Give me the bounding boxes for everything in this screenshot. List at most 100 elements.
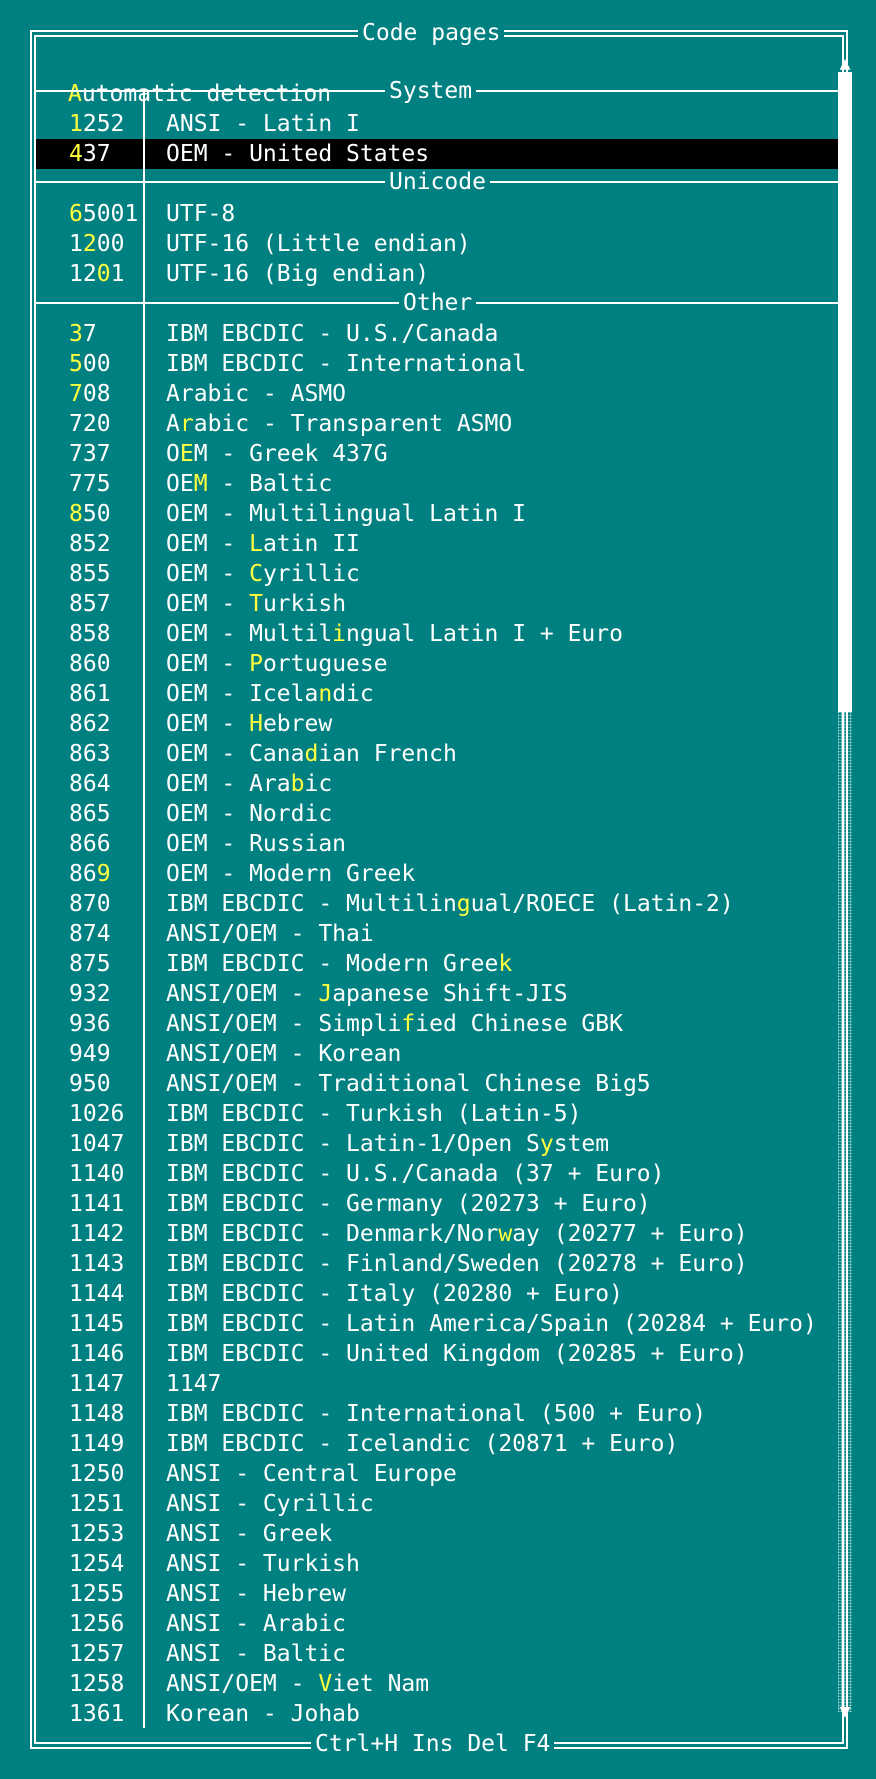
code-page-name-text: OEM - United States (166, 141, 430, 167)
code-page-item[interactable]: 775 OEM - Baltic (36, 469, 838, 499)
code-page-item[interactable]: 1255 ANSI - Hebrew (36, 1579, 838, 1609)
code-page-item[interactable]: 862 OEM - Hebrew (36, 709, 838, 739)
code-page-name-text: ic (304, 771, 333, 797)
code-page-item-selected[interactable]: 437 OEM - United States (36, 139, 838, 169)
code-page-item[interactable]: 875 IBM EBCDIC - Modern Greek (36, 949, 838, 979)
code-page-item[interactable]: 860 OEM - Portuguese (36, 649, 838, 679)
code-page-name-text: IBM EBCDIC - U.S./Canada (37 + Euro) (166, 1161, 665, 1187)
code-page-item[interactable]: 863 OEM - Canadian French (36, 739, 838, 769)
code-page-item[interactable]: 869 OEM - Modern Greek (36, 859, 838, 889)
code-page-number-text: 862 (69, 711, 111, 737)
scrollbar[interactable] (838, 72, 852, 1712)
code-page-item[interactable]: 1142 IBM EBCDIC - Denmark/Norway (20277 +… (36, 1219, 838, 1249)
code-page-name-hotkey: M (193, 471, 208, 497)
code-page-name: OEM - United States (166, 139, 429, 169)
code-pages-dialog: Code pages Ctrl+H Ins Del F4 Automatic d… (0, 0, 876, 1779)
code-page-item[interactable]: 1147 1147 (36, 1369, 838, 1399)
code-page-name-text: IBM EBCDIC - Germany (20273 + Euro) (166, 1191, 651, 1217)
code-page-item[interactable]: 1254 ANSI - Turkish (36, 1549, 838, 1579)
code-page-item[interactable]: 1361 Korean - Johab (36, 1699, 838, 1729)
code-page-number: 949 (69, 1039, 111, 1069)
code-page-item[interactable]: 1250 ANSI - Central Europe (36, 1459, 838, 1489)
code-page-item[interactable]: 1148 IBM EBCDIC - International (500 + Eu… (36, 1399, 838, 1429)
code-page-number: 1251 (69, 1489, 124, 1519)
code-page-item[interactable]: 1143 IBM EBCDIC - Finland/Sweden (20278 +… (36, 1249, 838, 1279)
code-page-number: 1201 (69, 259, 124, 289)
code-page-item[interactable]: 1026 IBM EBCDIC - Turkish (Latin-5) (36, 1099, 838, 1129)
code-page-item[interactable]: 1201 UTF-16 (Big endian) (36, 259, 838, 289)
code-page-item[interactable]: 857 OEM - Turkish (36, 589, 838, 619)
code-page-item[interactable]: 850 OEM - Multilingual Latin I (36, 499, 838, 529)
code-page-name-text: ANSI - Greek (166, 1521, 333, 1547)
code-page-number: 850 (69, 499, 111, 529)
code-page-item[interactable]: 65001 UTF-8 (36, 199, 838, 229)
code-page-number-text: 863 (69, 741, 111, 767)
code-page-item[interactable]: 1047 IBM EBCDIC - Latin-1/Open System (36, 1129, 838, 1159)
code-page-item[interactable]: 1141 IBM EBCDIC - Germany (20273 + Euro) (36, 1189, 838, 1219)
code-page-number-text: 1 (69, 231, 83, 257)
code-page-name-text: ANSI - Hebrew (166, 1581, 347, 1607)
code-page-name-hotkey: n (318, 681, 333, 707)
code-page-number-text: 1145 (69, 1311, 125, 1337)
code-page-item[interactable]: 1149 IBM EBCDIC - Icelandic (20871 + Euro… (36, 1429, 838, 1459)
code-page-item[interactable]: 1145 IBM EBCDIC - Latin America/Spain (20… (36, 1309, 838, 1339)
code-page-item[interactable]: 720 Arabic - Transparent ASMO (36, 409, 838, 439)
code-page-number: 1026 (69, 1099, 124, 1129)
code-page-item[interactable]: 1140 IBM EBCDIC - U.S./Canada (37 + Euro) (36, 1159, 838, 1189)
code-page-item[interactable]: 1257 ANSI - Baltic (36, 1639, 838, 1669)
code-page-number: 866 (69, 829, 111, 859)
code-page-item[interactable]: 864 OEM - Arabic (36, 769, 838, 799)
code-page-number-text: 1147 (69, 1371, 125, 1397)
automatic-detection-item[interactable]: Automatic detection (36, 49, 838, 107)
code-page-name: IBM EBCDIC - International (500 + Euro) (166, 1399, 706, 1429)
code-page-name: OEM - Portuguese (166, 649, 388, 679)
code-page-item[interactable]: 500 IBM EBCDIC - International (36, 349, 838, 379)
code-page-item[interactable]: 874 ANSI/OEM - Thai (36, 919, 838, 949)
code-page-name: OEM - Modern Greek (166, 859, 415, 889)
code-page-item[interactable]: 1252 ANSI - Latin I (36, 109, 838, 139)
code-page-item[interactable]: 865 OEM - Nordic (36, 799, 838, 829)
code-page-name-text: UTF-8 (166, 201, 236, 227)
code-page-number-text: 1140 (69, 1161, 125, 1187)
code-page-item[interactable]: 950 ANSI/OEM - Traditional Chinese Big5 (36, 1069, 838, 1099)
code-page-item[interactable]: 1251 ANSI - Cyrillic (36, 1489, 838, 1519)
code-page-name: OEM - Canadian French (166, 739, 457, 769)
code-page-item[interactable]: 932 ANSI/OEM - Japanese Shift-JIS (36, 979, 838, 1009)
code-page-item[interactable]: 855 OEM - Cyrillic (36, 559, 838, 589)
code-page-item[interactable]: 949 ANSI/OEM - Korean (36, 1039, 838, 1069)
code-page-item[interactable]: 861 OEM - Icelandic (36, 679, 838, 709)
code-page-number: 737 (69, 439, 111, 469)
code-page-item[interactable]: 1200 UTF-16 (Little endian) (36, 229, 838, 259)
code-page-item[interactable]: 866 OEM - Russian (36, 829, 838, 859)
code-page-item[interactable]: 37 IBM EBCDIC - U.S./Canada (36, 319, 838, 349)
code-page-item[interactable]: 1253 ANSI - Greek (36, 1519, 838, 1549)
code-page-item[interactable]: 1144 IBM EBCDIC - Italy (20280 + Euro) (36, 1279, 838, 1309)
code-page-item[interactable]: 737 OEM - Greek 437G (36, 439, 838, 469)
code-page-name-hotkey: C (249, 561, 263, 587)
code-page-name-text: ANSI - Latin I (166, 111, 360, 137)
code-page-item[interactable]: 870 IBM EBCDIC - Multilingual/ROECE (Lati… (36, 889, 838, 919)
scroll-down-arrow-icon[interactable]: ▼ (836, 1702, 854, 1722)
code-page-item[interactable]: 858 OEM - Multilingual Latin I + Euro (36, 619, 838, 649)
code-page-number: 1256 (69, 1609, 124, 1639)
code-page-number-text: 852 (69, 531, 111, 557)
code-page-name-text: IBM EBCDIC - Icelandic (20871 + Euro) (166, 1431, 679, 1457)
code-page-item[interactable]: 1258 ANSI/OEM - Viet Nam (36, 1669, 838, 1699)
code-page-name-text: OEM - (166, 591, 250, 617)
code-page-number: 1141 (69, 1189, 124, 1219)
code-page-name: IBM EBCDIC - Finland/Sweden (20278 + Eur… (166, 1249, 748, 1279)
code-page-number: 65001 (69, 199, 138, 229)
code-page-name: OEM - Russian (166, 829, 346, 859)
code-page-item[interactable]: 1146 IBM EBCDIC - United Kingdom (20285 +… (36, 1339, 838, 1369)
code-page-name-text: ANSI - Baltic (166, 1641, 347, 1667)
scrollbar-thumb[interactable] (838, 72, 852, 712)
code-page-item[interactable]: 1256 ANSI - Arabic (36, 1609, 838, 1639)
code-page-item[interactable]: 708 Arabic - ASMO (36, 379, 838, 409)
column-divider-system (143, 92, 145, 181)
scroll-up-arrow-icon[interactable]: ▲ (836, 54, 854, 74)
code-page-name: ANSI - Latin I (166, 109, 360, 139)
code-page-number: 1145 (69, 1309, 124, 1339)
code-page-item[interactable]: 936 ANSI/OEM - Simplified Chinese GBK (36, 1009, 838, 1039)
code-page-number: 1047 (69, 1129, 124, 1159)
code-page-item[interactable]: 852 OEM - Latin II (36, 529, 838, 559)
